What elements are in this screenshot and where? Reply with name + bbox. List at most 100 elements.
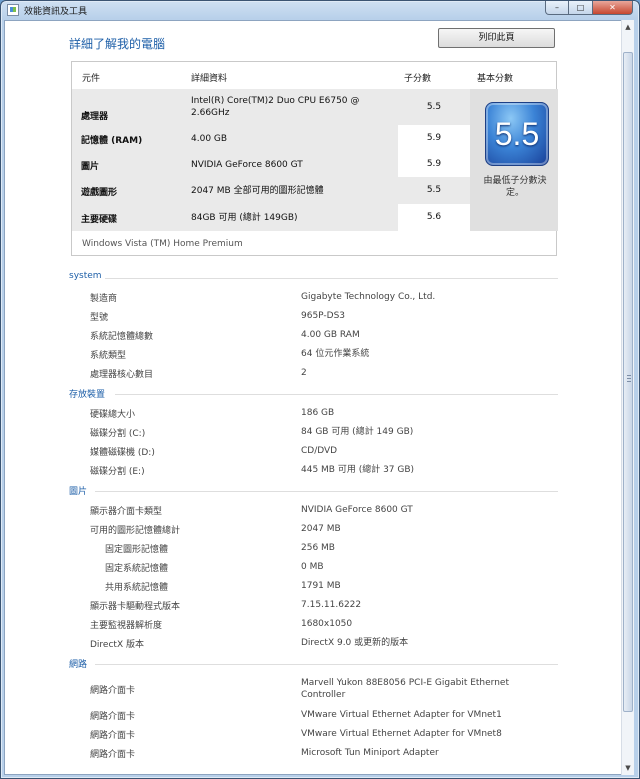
info-row: 型號 965P-DS3 [5, 307, 621, 326]
minimize-button[interactable]: – [545, 1, 569, 15]
info-value: 0 MB [301, 562, 324, 572]
component-detail: 84GB 可用 (總計 149GB) [191, 213, 298, 223]
info-value: 965P-DS3 [301, 311, 346, 321]
base-score-cell: 5.5 由最低子分數決定。 [470, 89, 558, 231]
component-label: 處理器 [81, 112, 109, 122]
info-label: 系統類型 [90, 351, 127, 361]
info-label: 共用系統記憶體 [105, 583, 169, 593]
info-row: 網路介面卡 VMware Virtual Ethernet Adapter for… [5, 725, 621, 744]
vertical-scrollbar[interactable]: ▲ ▼ [621, 20, 634, 775]
base-score-caption: 由最低子分數決定。 [483, 176, 547, 198]
section-title-system: system [69, 271, 102, 281]
info-value: 2 [301, 368, 307, 378]
info-row: 網路介面卡 VMware Virtual Ethernet Adapter for… [5, 706, 621, 725]
info-value: VMware Virtual Ethernet Adapter for VMne… [301, 710, 502, 720]
content-area: 詳細了解我的電腦 列印此頁 元件 詳細資料 子分數 基本分數 處理器 Intel… [4, 20, 622, 775]
info-row: 系統類型 64 位元作業系統 [5, 345, 621, 364]
info-row: 媒體磁碟機 (D:) CD/DVD [5, 442, 621, 461]
info-label: 製造商 [90, 294, 118, 304]
component-detail: NVIDIA GeForce 8600 GT [191, 160, 303, 170]
info-value: 445 MB 可用 (總計 37 GB) [301, 465, 415, 475]
info-value: Microsoft Tun Miniport Adapter [301, 748, 439, 758]
score-table-header: 元件 詳細資料 子分數 基本分數 [72, 62, 558, 89]
info-value: 64 位元作業系統 [301, 349, 370, 359]
info-label: DirectX 版本 [90, 640, 144, 650]
info-label: 處理器核心數目 [90, 370, 154, 380]
info-label: 可用的圖形記憶體總計 [90, 526, 181, 536]
info-row: 系統記憶體總數 4.00 GB RAM [5, 326, 621, 345]
section-divider [95, 664, 558, 665]
info-row: 共用系統記憶體 1791 MB [5, 577, 621, 596]
info-value: DirectX 9.0 或更新的版本 [301, 638, 409, 648]
scroll-up-arrow-icon[interactable]: ▲ [622, 20, 634, 34]
column-header-base-score: 基本分數 [477, 74, 514, 84]
info-row: 主要監視器解析度 1680x1050 [5, 615, 621, 634]
info-label: 固定系統記憶體 [105, 564, 169, 574]
info-label: 硬碟總大小 [90, 410, 136, 420]
info-row: 網路介面卡 Marvell Yukon 88E8056 PCI-E Gigabit… [5, 674, 621, 706]
info-row: 磁碟分割 (E:) 445 MB 可用 (總計 37 GB) [5, 461, 621, 480]
section-title-graphics: 圖片 [69, 487, 88, 497]
info-value: NVIDIA GeForce 8600 GT [301, 505, 413, 515]
score-row-graphics: 圖片 NVIDIA GeForce 8600 GT 5.9 [72, 151, 470, 177]
page-title: 詳細了解我的電腦 [69, 37, 166, 51]
column-header-subscore: 子分數 [404, 74, 432, 84]
score-row-memory: 記憶體 (RAM) 4.00 GB 5.9 [72, 125, 470, 151]
info-value: VMware Virtual Ethernet Adapter for VMne… [301, 729, 502, 739]
section-divider [95, 491, 558, 492]
info-row: 磁碟分割 (C:) 84 GB 可用 (總計 149 GB) [5, 423, 621, 442]
section-title-network: 網路 [69, 660, 88, 670]
subscore-value: 5.9 [398, 151, 470, 177]
info-row: 處理器核心數目 2 [5, 364, 621, 383]
info-label: 網路介面卡 [90, 731, 136, 741]
component-label: 記憶體 (RAM) [81, 136, 143, 146]
info-label: 型號 [90, 313, 109, 323]
info-value: CD/DVD [301, 446, 338, 456]
info-label: 顯示器介面卡類型 [90, 507, 163, 517]
close-button[interactable]: ✕ [593, 1, 633, 15]
info-label: 網路介面卡 [90, 686, 136, 696]
score-table-body: 處理器 Intel(R) Core(TM)2 Duo CPU E6750 @ 2… [72, 89, 558, 231]
info-value: 2047 MB [301, 524, 341, 534]
info-label: 主要監視器解析度 [90, 621, 163, 631]
info-label: 磁碟分割 (E:) [90, 467, 145, 477]
info-label: 固定圖形記憶體 [105, 545, 169, 555]
score-table: 元件 詳細資料 子分數 基本分數 處理器 Intel(R) Core(TM)2 … [71, 61, 558, 256]
info-row: 可用的圖形記憶體總計 2047 MB [5, 520, 621, 539]
component-detail: 2047 MB 全部可用的圖形記憶體 [191, 186, 324, 196]
info-row: 固定系統記憶體 0 MB [5, 558, 621, 577]
os-edition: Windows Vista (TM) Home Premium [82, 239, 243, 249]
score-row-gaming-graphics: 遊戲圖形 2047 MB 全部可用的圖形記憶體 5.5 [72, 177, 468, 204]
section-divider [105, 278, 558, 279]
caption-buttons: – □ ✕ [545, 1, 633, 15]
info-value: Gigabyte Technology Co., Ltd. [301, 292, 436, 302]
info-value: 256 MB [301, 543, 335, 553]
scroll-down-arrow-icon[interactable]: ▼ [622, 761, 634, 775]
info-label: 媒體磁碟機 (D:) [90, 448, 155, 458]
window-title: 效能資訊及工具 [24, 7, 88, 17]
base-score-badge: 5.5 [485, 102, 549, 166]
info-value: Marvell Yukon 88E8056 PCI-E Gigabit Ethe… [301, 678, 509, 700]
subscore-value: 5.9 [398, 125, 470, 151]
score-row-primary-disk: 主要硬碟 84GB 可用 (總計 149GB) 5.6 [72, 204, 470, 231]
scrollbar-thumb[interactable] [623, 52, 633, 712]
info-row: 硬碟總大小 186 GB [5, 404, 621, 423]
subscore-value: 5.5 [426, 102, 442, 112]
info-value: 1791 MB [301, 581, 341, 591]
info-row: DirectX 版本 DirectX 9.0 或更新的版本 [5, 634, 621, 653]
title-bar[interactable]: 效能資訊及工具 – □ ✕ [1, 1, 639, 19]
component-label: 圖片 [81, 162, 100, 172]
section-divider [115, 394, 558, 395]
column-header-detail: 詳細資料 [191, 74, 228, 84]
grip-icon [627, 375, 631, 383]
info-value: 7.15.11.6222 [301, 600, 362, 610]
maximize-button[interactable]: □ [569, 1, 593, 15]
component-label: 主要硬碟 [81, 215, 118, 225]
info-row: 顯示器介面卡類型 NVIDIA GeForce 8600 GT [5, 501, 621, 520]
info-value: 1680x1050 [301, 619, 353, 629]
subscore-value: 5.5 [426, 185, 442, 195]
print-page-button[interactable]: 列印此頁 [438, 28, 555, 48]
info-label: 系統記憶體總數 [90, 332, 154, 342]
info-label: 磁碟分割 (C:) [90, 429, 146, 439]
info-label: 網路介面卡 [90, 750, 136, 760]
